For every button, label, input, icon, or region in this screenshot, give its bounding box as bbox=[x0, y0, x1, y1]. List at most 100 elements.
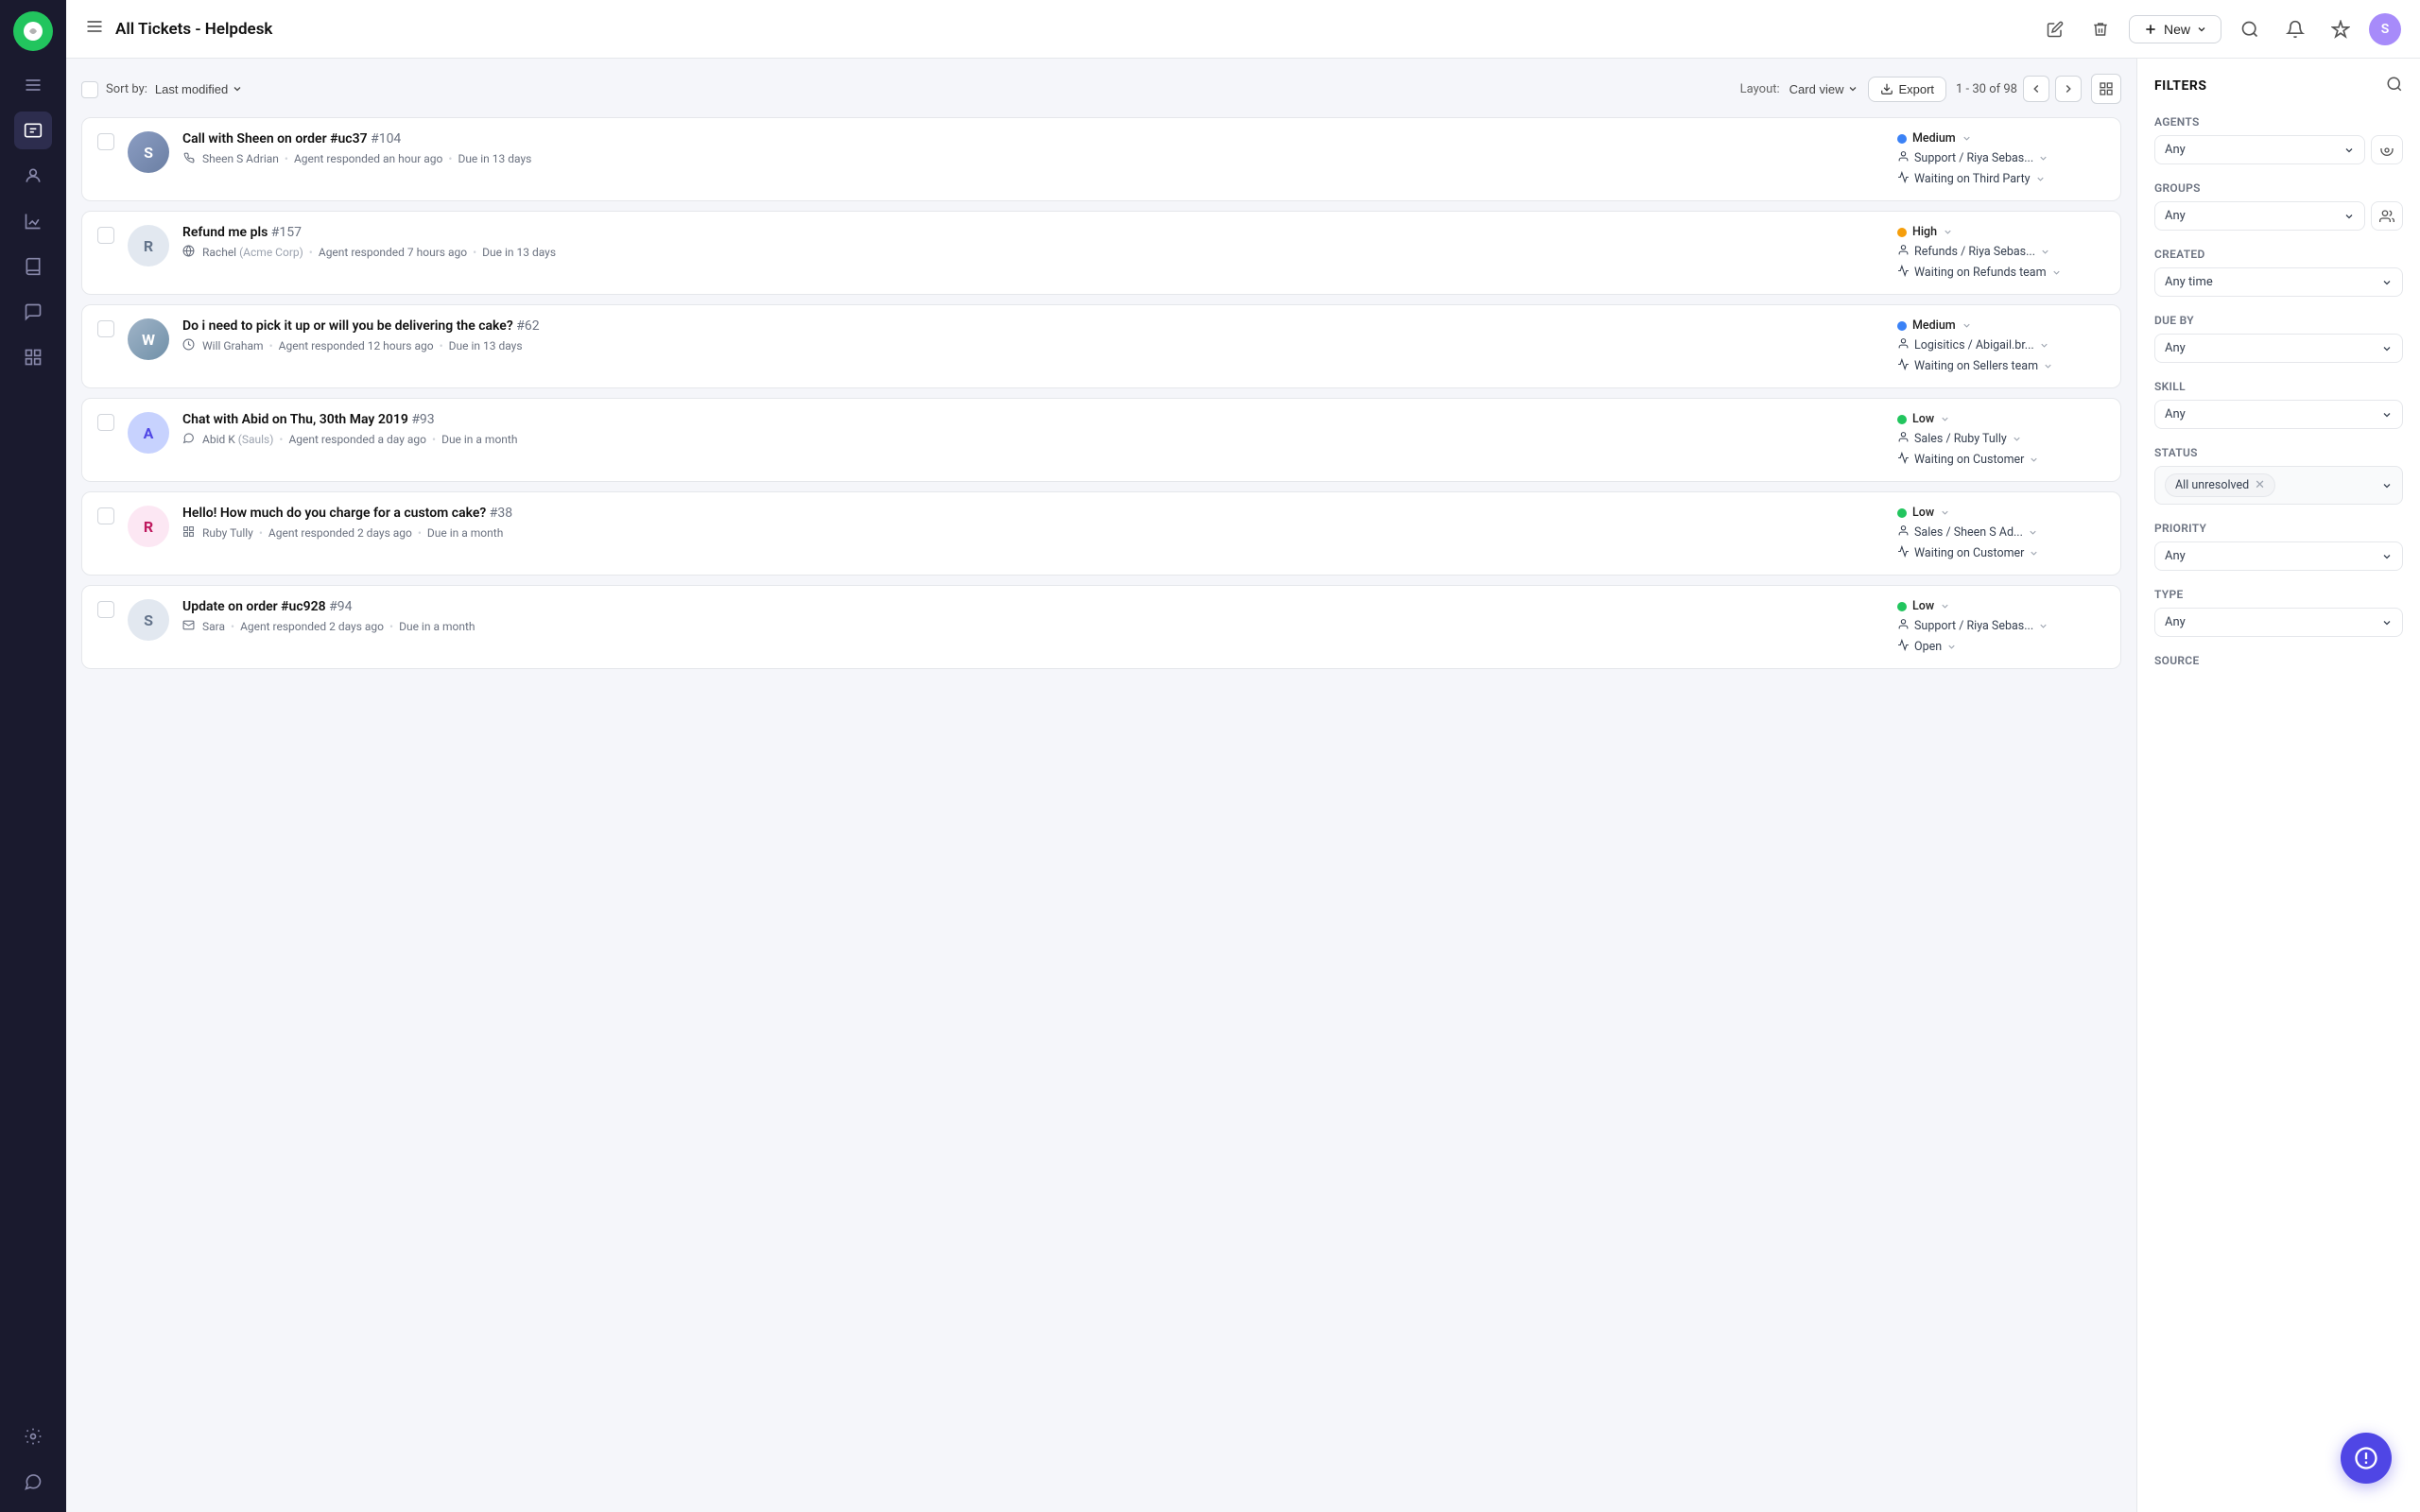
priority-badge[interactable]: Medium bbox=[1897, 318, 1972, 333]
response-time: Agent responded 2 days ago bbox=[268, 526, 412, 540]
ticket-card[interactable]: S Update on order #uc928 #94 Sara • Agen… bbox=[81, 585, 2121, 669]
search-icon[interactable] bbox=[2233, 12, 2267, 46]
ticket-info: Chat with Abid on Thu, 30th May 2019 #93… bbox=[182, 412, 1884, 468]
layout-value: Card view bbox=[1789, 82, 1844, 96]
priority-value: High bbox=[1912, 225, 1937, 239]
team-badge[interactable]: Logisitics / Abigail.br... bbox=[1897, 337, 2049, 353]
type-select[interactable]: Any bbox=[2154, 608, 2403, 637]
agent-icon bbox=[1897, 150, 1910, 166]
filter-created: Created Any time bbox=[2154, 248, 2403, 297]
hamburger-icon[interactable] bbox=[85, 17, 104, 41]
due-by-chevron-icon bbox=[2381, 343, 2393, 354]
filters-header: FILTERS bbox=[2154, 76, 2403, 96]
ai-icon[interactable] bbox=[2324, 12, 2358, 46]
ticket-card[interactable]: S Call with Sheen on order #uc37 #104 Sh… bbox=[81, 117, 2121, 201]
layout-button[interactable]: Card view bbox=[1789, 82, 1859, 96]
grid-view-button[interactable] bbox=[2091, 74, 2121, 104]
ticket-checkbox[interactable] bbox=[97, 320, 114, 337]
due-by-select[interactable]: Any bbox=[2154, 334, 2403, 363]
filter-groups: Groups Any bbox=[2154, 181, 2403, 231]
team-badge[interactable]: Sales / Sheen S Ad... bbox=[1897, 524, 2038, 541]
priority-value: Any bbox=[2165, 549, 2186, 563]
status-value: Waiting on Customer bbox=[1914, 546, 2024, 560]
avatar: W bbox=[128, 318, 169, 360]
sidebar-item-chat[interactable] bbox=[14, 1463, 52, 1501]
agents-select[interactable]: Any bbox=[2154, 135, 2365, 164]
ticket-card[interactable]: R Refund me pls #157 Rachel (Acme Corp) … bbox=[81, 211, 2121, 295]
team-badge[interactable]: Support / Riya Sebas... bbox=[1897, 618, 2048, 634]
sort-button[interactable]: Last modified bbox=[155, 82, 243, 96]
topbar-actions: New S bbox=[2129, 12, 2401, 46]
priority-badge[interactable]: Low bbox=[1897, 412, 1950, 426]
status-badge[interactable]: Waiting on Third Party bbox=[1897, 171, 2046, 187]
skill-select[interactable]: Any bbox=[2154, 400, 2403, 429]
ticket-card[interactable]: W Do i need to pick it up or will you be… bbox=[81, 304, 2121, 388]
pagination-prev[interactable] bbox=[2023, 76, 2049, 102]
filter-search-icon[interactable] bbox=[2386, 76, 2403, 96]
sidebar-item-settings[interactable] bbox=[14, 1418, 52, 1455]
ticket-checkbox[interactable] bbox=[97, 133, 114, 150]
sidebar-item-reports[interactable] bbox=[14, 338, 52, 376]
agent-icon bbox=[1897, 431, 1910, 447]
sidebar-item-conversations[interactable] bbox=[14, 293, 52, 331]
ticket-checkbox[interactable] bbox=[97, 414, 114, 431]
contact-icon bbox=[182, 619, 195, 634]
groups-select[interactable]: Any bbox=[2154, 201, 2365, 231]
team-badge[interactable]: Refunds / Riya Sebas... bbox=[1897, 244, 2050, 260]
headset-icon bbox=[2379, 143, 2394, 158]
ticket-checkbox[interactable] bbox=[97, 601, 114, 618]
sidebar-item-helpdesk[interactable] bbox=[14, 112, 52, 149]
created-value: Any time bbox=[2165, 275, 2213, 289]
status-select[interactable]: All unresolved ✕ bbox=[2154, 466, 2403, 505]
grid-icon bbox=[2099, 81, 2114, 96]
groups-chevron-icon bbox=[2343, 211, 2355, 222]
status-value: Waiting on Sellers team bbox=[1914, 359, 2038, 373]
status-badge[interactable]: Open bbox=[1897, 639, 1957, 655]
ticket-title: Refund me pls #157 bbox=[182, 225, 1884, 240]
layout-label: Layout: bbox=[1740, 82, 1780, 96]
status-badge[interactable]: Waiting on Sellers team bbox=[1897, 358, 2053, 374]
sidebar-item-menu[interactable] bbox=[14, 66, 52, 104]
team-badge[interactable]: Sales / Ruby Tully bbox=[1897, 431, 2022, 447]
status-badge[interactable]: Waiting on Customer bbox=[1897, 452, 2039, 468]
priority-value: Medium bbox=[1912, 318, 1956, 333]
pagination-next[interactable] bbox=[2055, 76, 2082, 102]
team-badge[interactable]: Support / Riya Sebas... bbox=[1897, 150, 2048, 166]
created-select[interactable]: Any time bbox=[2154, 267, 2403, 297]
priority-badge[interactable]: Low bbox=[1897, 506, 1950, 520]
groups-value: Any bbox=[2165, 209, 2186, 223]
sidebar-item-analytics[interactable] bbox=[14, 202, 52, 240]
due-by-label: Due by bbox=[2154, 314, 2403, 327]
status-icon bbox=[1897, 452, 1910, 468]
priority-value: Low bbox=[1912, 599, 1934, 613]
priority-value: Medium bbox=[1912, 131, 1956, 146]
select-all-checkbox[interactable] bbox=[81, 81, 98, 98]
ticket-info: Update on order #uc928 #94 Sara • Agent … bbox=[182, 599, 1884, 655]
priority-select[interactable]: Any bbox=[2154, 541, 2403, 571]
edit-icon[interactable] bbox=[2038, 12, 2072, 46]
sidebar-item-knowledge[interactable] bbox=[14, 248, 52, 285]
status-badge[interactable]: Waiting on Refunds team bbox=[1897, 265, 2062, 281]
groups-extra-icon[interactable] bbox=[2371, 201, 2403, 231]
user-avatar[interactable]: S bbox=[2369, 13, 2401, 45]
priority-badge[interactable]: Medium bbox=[1897, 131, 1972, 146]
sidebar-item-contacts[interactable] bbox=[14, 157, 52, 195]
ticket-checkbox[interactable] bbox=[97, 227, 114, 244]
contact-name: Sara bbox=[202, 620, 225, 633]
delete-icon[interactable] bbox=[2083, 12, 2118, 46]
contact-icon bbox=[182, 432, 195, 447]
notification-icon[interactable] bbox=[2278, 12, 2312, 46]
new-button[interactable]: New bbox=[2129, 15, 2221, 43]
fab-button[interactable] bbox=[2341, 1433, 2392, 1484]
priority-badge[interactable]: Low bbox=[1897, 599, 1950, 613]
ticket-checkbox[interactable] bbox=[97, 507, 114, 524]
ticket-meta: Abid K (Sauls) • Agent responded a day a… bbox=[182, 432, 1884, 447]
status-badge[interactable]: Waiting on Customer bbox=[1897, 545, 2039, 561]
ticket-card[interactable]: R Hello! How much do you charge for a cu… bbox=[81, 491, 2121, 576]
ticket-card[interactable]: A Chat with Abid on Thu, 30th May 2019 #… bbox=[81, 398, 2121, 482]
priority-badge[interactable]: High bbox=[1897, 225, 1953, 239]
status-chip-remove[interactable]: ✕ bbox=[2255, 478, 2265, 492]
agents-extra-icon[interactable] bbox=[2371, 135, 2403, 164]
export-button[interactable]: Export bbox=[1868, 77, 1946, 102]
app-logo[interactable] bbox=[13, 11, 53, 51]
